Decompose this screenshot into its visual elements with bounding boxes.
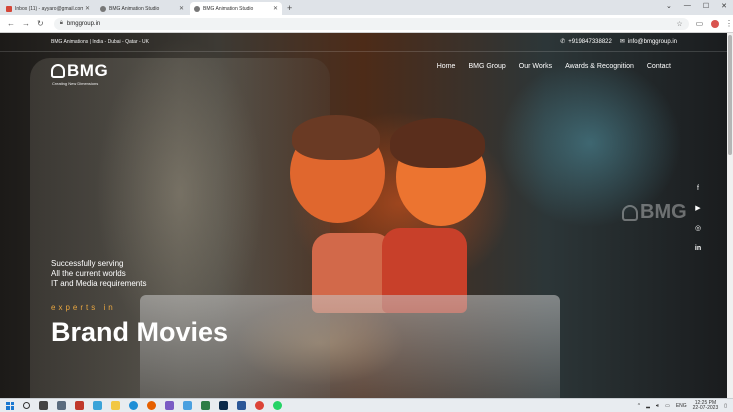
window-controls: ⌄ — ☐ ✕ <box>666 2 727 10</box>
phone-icon: ✆ <box>560 39 566 45</box>
figure-hair-left <box>292 115 380 160</box>
watermark-mark-icon <box>622 204 638 221</box>
intro-line: All the current worlds <box>51 269 126 278</box>
minimize-icon[interactable]: — <box>684 2 691 10</box>
logo-tagline: Creating New Dimensions <box>52 81 99 86</box>
email-address: info@bmggroup.in <box>627 38 677 45</box>
windows-start-icon[interactable] <box>6 401 14 410</box>
logo-text: BMG <box>67 61 109 80</box>
nav-contact[interactable]: Contact <box>647 63 671 70</box>
nav-bmg-group[interactable]: BMG Group <box>468 63 505 70</box>
chevron-up-icon[interactable]: ^ <box>638 403 640 409</box>
windows-taskbar: ^ ▂ 🔊︎ ▭ ENG 12:25 PM 22-07-2023 ▯ <box>0 398 733 412</box>
logo-mark-icon <box>51 64 65 78</box>
volume-icon[interactable]: 🔊︎ <box>656 403 659 409</box>
system-tray: ^ ▂ 🔊︎ ▭ ENG 12:25 PM 22-07-2023 ▯ <box>638 400 733 411</box>
intro-line: Successfully serving <box>51 259 124 268</box>
new-tab-button[interactable]: + <box>287 3 292 13</box>
contact-info: ✆ +919847338822 ✉ info@bmggroup.in <box>560 38 677 46</box>
app-icon[interactable] <box>93 401 102 410</box>
hero-headline: Brand Movies <box>51 317 229 347</box>
mail-icon: ✉ <box>619 39 625 45</box>
task-view-icon[interactable] <box>39 401 48 410</box>
browser-tab-bmg-2[interactable]: BMG Animation Studio ✕ <box>190 2 282 15</box>
linkedin-icon[interactable]: in <box>693 243 703 253</box>
language-indicator[interactable]: ENG <box>676 403 687 409</box>
sidebar-icon[interactable]: ▭ <box>696 19 704 28</box>
notification-icon[interactable]: ▯ <box>724 403 727 409</box>
location-text: BMG Animations | India - Dubai - Qatar -… <box>51 39 150 45</box>
app-icon[interactable] <box>165 401 174 410</box>
watermark-logo: BMG <box>622 201 687 224</box>
url-text: bmggroup.in <box>66 20 101 27</box>
phone-number: +919847338822 <box>568 38 612 45</box>
app-icon[interactable] <box>75 401 84 410</box>
battery-icon[interactable]: ▭ <box>665 403 670 409</box>
bookmark-star-icon[interactable]: ☆ <box>676 20 682 28</box>
intro-text: Successfully serving All the current wor… <box>51 259 146 289</box>
lock-icon[interactable]: 🔒︎ <box>60 20 63 27</box>
close-icon[interactable]: ✕ <box>179 5 184 12</box>
tab-title: BMG Animation Studio <box>109 5 160 12</box>
intro-line: IT and Media requirements <box>51 279 147 288</box>
widgets-icon[interactable] <box>57 401 66 410</box>
tab-title: Inbox (11) - ayyaro@gmail.com <box>15 5 83 12</box>
main-nav: Home BMG Group Our Works Awards & Recogn… <box>437 63 671 70</box>
app-icon[interactable] <box>237 401 246 410</box>
chevron-down-icon[interactable]: ⌄ <box>666 2 672 10</box>
close-icon[interactable]: ✕ <box>721 2 727 10</box>
gmail-icon <box>6 5 12 12</box>
hero-section: BMG Animations | India - Dubai - Qatar -… <box>0 33 727 398</box>
facebook-icon[interactable]: f <box>693 183 703 193</box>
browser-tab-bar: Inbox (11) - ayyaro@gmail.com ✕ BMG Anim… <box>0 0 733 15</box>
whatsapp-icon[interactable] <box>273 401 282 410</box>
network-icon[interactable]: ▂ <box>646 403 650 409</box>
browser-tab-bmg-1[interactable]: BMG Animation Studio ✕ <box>96 2 188 15</box>
tab-title: BMG Animation Studio <box>203 5 254 12</box>
avatar[interactable] <box>711 19 719 28</box>
maximize-icon[interactable]: ☐ <box>703 2 709 10</box>
social-links: f ▶ ◎ in <box>693 183 703 253</box>
photoshop-icon[interactable] <box>219 401 228 410</box>
chrome-icon[interactable] <box>255 401 264 410</box>
search-icon[interactable] <box>23 402 30 409</box>
youtube-icon[interactable]: ▶ <box>693 203 703 213</box>
scrollbar-thumb[interactable] <box>728 35 732 155</box>
top-info-bar: BMG Animations | India - Dubai - Qatar -… <box>0 33 727 52</box>
globe-icon <box>100 5 106 12</box>
app-icon[interactable] <box>183 401 192 410</box>
firefox-icon[interactable] <box>147 401 156 410</box>
email-link[interactable]: ✉ info@bmggroup.in <box>619 38 677 46</box>
reload-icon[interactable]: ↻ <box>37 19 44 28</box>
address-bar: ← → ↻ 🔒︎ bmggroup.in ☆ ▭ ⋮ <box>0 15 733 33</box>
site-logo[interactable]: BMG Creating New Dimensions <box>51 61 108 86</box>
file-explorer-icon[interactable] <box>111 401 120 410</box>
globe-icon <box>194 5 200 12</box>
app-icon[interactable] <box>201 401 210 410</box>
instagram-icon[interactable]: ◎ <box>693 223 703 233</box>
close-icon[interactable]: ✕ <box>85 5 90 12</box>
forward-icon[interactable]: → <box>22 19 30 28</box>
figure-hair-right <box>390 118 485 168</box>
watermark-text: BMG <box>640 201 687 223</box>
close-icon[interactable]: ✕ <box>273 5 278 12</box>
nav-our-works[interactable]: Our Works <box>519 63 552 70</box>
clock[interactable]: 12:25 PM 22-07-2023 <box>692 400 719 411</box>
nav-awards[interactable]: Awards & Recognition <box>565 63 634 70</box>
browser-tab-gmail[interactable]: Inbox (11) - ayyaro@gmail.com ✕ <box>2 2 94 15</box>
back-icon[interactable]: ← <box>7 19 15 28</box>
experts-label: experts in <box>51 303 116 312</box>
menu-icon[interactable]: ⋮ <box>725 19 733 28</box>
nav-home[interactable]: Home <box>437 63 456 70</box>
edge-icon[interactable] <box>129 401 138 410</box>
url-input[interactable]: 🔒︎ bmggroup.in ☆ <box>53 17 689 30</box>
clock-date: 22-07-2023 <box>692 404 719 411</box>
phone-link[interactable]: ✆ +919847338822 <box>560 38 612 46</box>
page-scrollbar[interactable] <box>727 33 733 398</box>
